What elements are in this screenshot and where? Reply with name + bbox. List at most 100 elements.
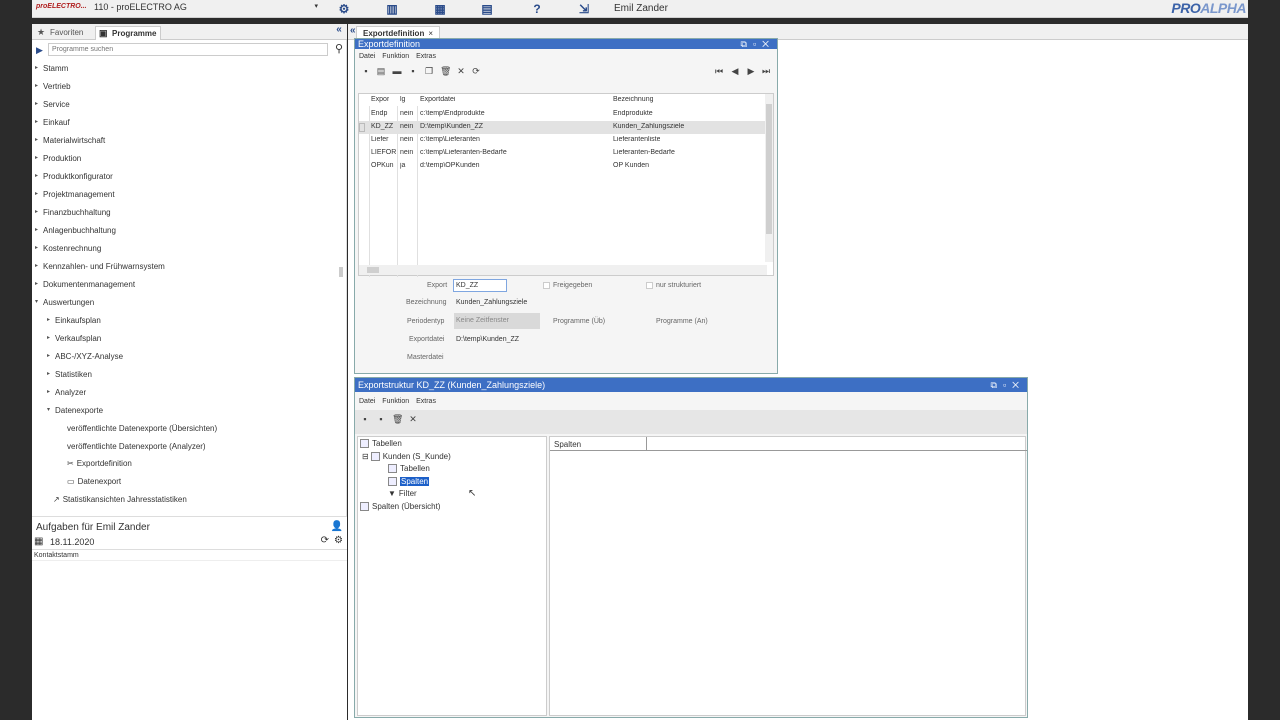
scrollbar-thumb[interactable] (367, 267, 379, 273)
tree-item[interactable]: ▸ ABC-/XYZ-Analyse (47, 352, 123, 364)
collapse-left-icon[interactable]: « (331, 24, 347, 40)
tree-item[interactable]: ▸ Produktion (35, 154, 81, 166)
tree-node-spalten-uebersicht[interactable]: Spalten (Übersicht) (360, 502, 440, 512)
table-row[interactable]: KD_ZZ nein D:\temp\Kunden_ZZ Kunden_Zahl… (359, 121, 767, 134)
window-titlebar[interactable]: Exportstruktur KD_ZZ (Kunden_Zahlungszie… (355, 378, 1027, 392)
tree-item[interactable]: ▸ Vertrieb (35, 82, 71, 94)
copy-icon[interactable]: ❐ (424, 66, 434, 76)
tree-item[interactable]: ▾ Auswertungen (35, 298, 94, 310)
col-header[interactable]: Exportdatei (420, 96, 455, 103)
calendar-icon[interactable]: ▤ (479, 1, 495, 17)
tree-item[interactable]: ↗ Statistikansichten Jahresstatistiken (53, 495, 187, 507)
bezeichnung-field[interactable]: Kunden_Zahlungsziele (456, 299, 527, 306)
tree-item[interactable]: ▸ Analyzer (47, 388, 86, 400)
exit-icon[interactable]: ⇲ (576, 1, 592, 17)
tree-node-filter[interactable]: ▼ Filter (388, 489, 417, 498)
chevron-down-icon[interactable]: ▾ (314, 2, 318, 10)
prev-record-icon[interactable]: ◀ (730, 66, 740, 76)
help-icon[interactable]: ? (529, 1, 545, 17)
tree-item[interactable]: ▸ Produktkonfigurator (35, 172, 113, 184)
delete-icon[interactable]: 🗑 (392, 414, 403, 424)
refresh-icon[interactable]: ⟳ (321, 535, 329, 546)
tree-node-spalten[interactable]: Spalten (388, 477, 430, 487)
table-row[interactable]: OPKun ja d:\temp\OPKunden OP Kunden (359, 160, 767, 173)
programme-an-label[interactable]: Programme (An) (656, 318, 708, 325)
gear-icon[interactable]: ⚙ (336, 1, 352, 17)
refresh-icon[interactable]: ⟳ (471, 66, 481, 76)
window-titlebar[interactable]: Exportdefinition ⧉▫✕ (355, 39, 777, 49)
tree-item[interactable]: ✂ Exportdefinition (67, 459, 132, 471)
menu-datei[interactable]: Datei (359, 398, 375, 405)
tree-item[interactable]: ▸ Einkauf (35, 118, 70, 130)
col-header[interactable]: Expor (371, 96, 389, 103)
table-row[interactable]: Liefer nein c:\temp\Lieferanten Lieferan… (359, 134, 767, 147)
tree-item[interactable]: ▸ Projektmanagement (35, 190, 115, 202)
grid-horizontal-scrollbar[interactable] (359, 265, 767, 275)
tree-item[interactable]: veröffentlichte Datenexporte (Analyzer) (67, 442, 206, 454)
tree-item[interactable]: ▸ Statistiken (47, 370, 92, 382)
freigegeben-checkbox[interactable] (543, 282, 550, 289)
menu-extras[interactable]: Extras (416, 398, 436, 405)
last-record-icon[interactable]: ⏭ (761, 66, 771, 76)
export-field[interactable]: KD_ZZ (453, 279, 507, 292)
menu-funktion[interactable]: Funktion (382, 398, 409, 405)
new-icon[interactable]: ▪ (360, 414, 370, 424)
user-icon[interactable]: 👤 (331, 521, 343, 532)
save-icon[interactable]: ▪ (376, 414, 386, 424)
tree-item[interactable]: ▭ Datenexport (67, 477, 121, 489)
col-header[interactable]: lg (400, 96, 405, 103)
tree-item[interactable]: ▸ Materialwirtschaft (35, 136, 105, 148)
tree-item[interactable]: ▸ Stamm (35, 64, 68, 76)
save-icon[interactable]: ▪ (408, 66, 418, 76)
scrollbar-thumb[interactable] (766, 104, 772, 234)
table-row[interactable]: LIEFOR nein c:\temp\Lieferanten-Bedarfe … (359, 147, 767, 160)
first-record-icon[interactable]: ⏮ (714, 66, 724, 76)
menu-funktion[interactable]: Funktion (382, 53, 409, 60)
tree-item[interactable]: veröffentlichte Datenexporte (Übersichte… (67, 424, 217, 436)
cancel-icon[interactable]: ✕ (408, 414, 418, 424)
tree-item[interactable]: ▸ Verkaufsplan (47, 334, 101, 346)
grid-vertical-scrollbar[interactable] (765, 94, 773, 262)
next-record-icon[interactable]: ▶ (746, 66, 756, 76)
tree-item[interactable]: ▸ Finanzbuchhaltung (35, 208, 111, 220)
scrollbar-thumb[interactable] (339, 267, 343, 277)
tree-item[interactable]: ▸ Anlagenbuchhaltung (35, 226, 116, 238)
close-tab-icon[interactable]: × (428, 29, 433, 38)
new-icon[interactable]: ▪ (361, 66, 371, 76)
collapse-icon[interactable]: « (350, 25, 356, 36)
tab-favorites[interactable]: ★ Favoriten (34, 26, 87, 40)
tree-node-tabellen[interactable]: Tabellen (360, 439, 402, 449)
window-controls[interactable]: ⧉▫✕ (991, 378, 1025, 392)
tree-item[interactable]: ▾ Datenexporte (47, 406, 103, 418)
tree-item[interactable]: ▸ Kennzahlen- und Frühwarnsystem (35, 262, 165, 274)
tree-node-sub-tabellen[interactable]: Tabellen (388, 464, 430, 474)
delete-icon[interactable]: 🗑 (440, 66, 451, 76)
programme-ueb-label[interactable]: Programme (Üb) (553, 318, 605, 325)
strukturiert-checkbox[interactable] (646, 282, 653, 289)
grid-icon[interactable]: ▦ (432, 1, 448, 17)
task-row[interactable]: Kontaktstamm (32, 549, 347, 561)
table-row[interactable]: Endp nein c:\temp\Endprodukte Endprodukt… (359, 108, 767, 121)
menu-datei[interactable]: Datei (359, 53, 375, 60)
exportdatei-field[interactable]: D:\temp\Kunden_ZZ (456, 336, 519, 343)
search-icon[interactable]: ⚲ (335, 42, 343, 55)
play-icon[interactable]: ▶ (36, 45, 43, 56)
menu-extras[interactable]: Extras (416, 53, 436, 60)
col-header[interactable]: Bezeichnung (613, 96, 653, 103)
tab-programs[interactable]: ▣ Programme (95, 26, 162, 40)
tree-item[interactable]: ▸ Kostenrechnung (35, 244, 101, 256)
open-icon[interactable]: ▬ (392, 66, 402, 76)
columns-icon[interactable]: ▥ (384, 1, 400, 17)
company-selector[interactable]: 110 - proELECTRO AG ▾ (92, 2, 318, 15)
tree-item[interactable]: ▸ Einkaufsplan (47, 316, 101, 328)
left-scrollbar[interactable] (338, 60, 344, 510)
tree-item[interactable]: ▸ Service (35, 100, 70, 112)
search-input[interactable] (48, 43, 328, 56)
tree-node-kunden[interactable]: ⊟ Kunden (S_Kunde) (362, 452, 451, 462)
tree-item[interactable]: ▸ Dokumentenmanagement (35, 280, 135, 292)
list-icon[interactable]: ▤ (376, 66, 386, 76)
collapse-icon[interactable]: ⊟ (362, 452, 369, 461)
columns-header[interactable]: Spalten (550, 437, 1027, 451)
gear-icon[interactable]: ⚙ (334, 535, 343, 546)
window-controls[interactable]: ⧉▫✕ (741, 39, 775, 49)
